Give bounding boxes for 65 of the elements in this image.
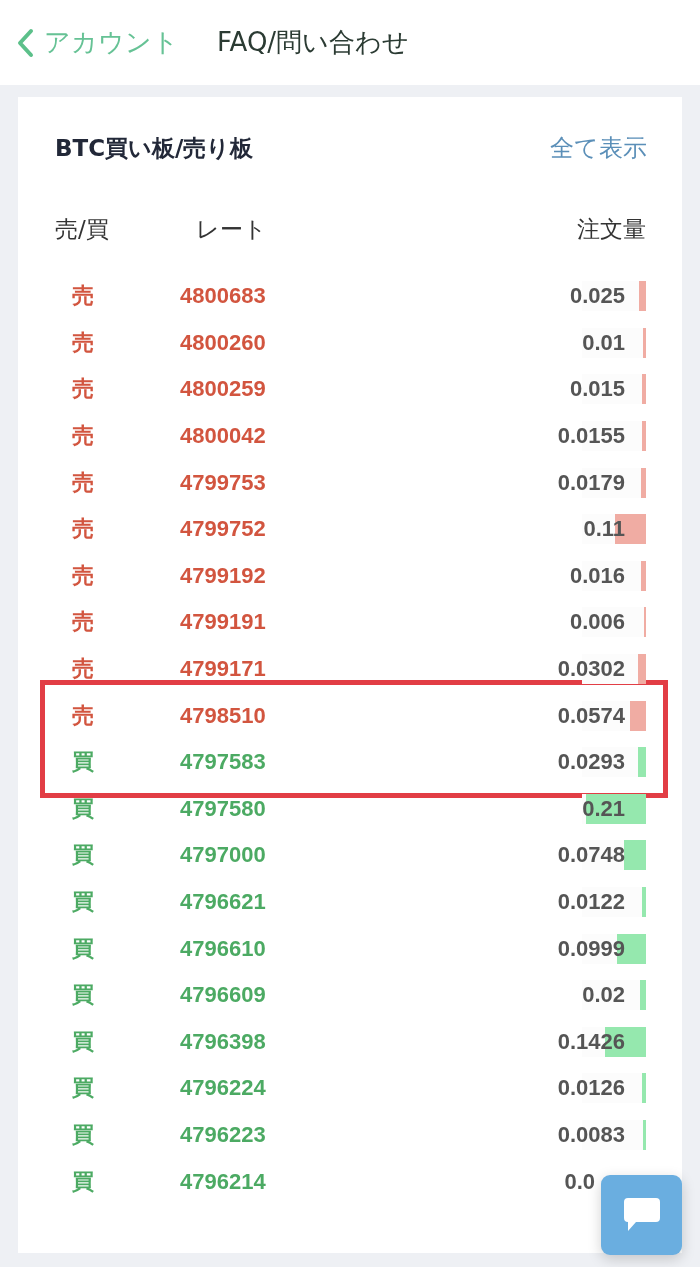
side-label: 売 — [71, 561, 95, 590]
rate-value: 4800042 — [180, 423, 267, 450]
side-label: 買 — [71, 888, 95, 916]
side-label: 買 — [71, 1167, 95, 1196]
amount-value: 0.0302 — [557, 656, 625, 683]
amount-value: 0.0122 — [557, 889, 625, 915]
rate-value: 4796398 — [180, 1028, 267, 1055]
side-label: 売 — [71, 701, 95, 730]
column-header: 売/買 — [55, 214, 110, 244]
rate-value: 4799171 — [180, 656, 267, 683]
rate-value: 4796223 — [180, 1122, 267, 1148]
amount-value: 0.0574 — [557, 702, 625, 729]
show-all-link[interactable]: 全て表示 — [550, 132, 647, 164]
amount-value: 0.0155 — [557, 423, 625, 450]
side-label: 売 — [71, 468, 95, 497]
amount-value: 0.0126 — [557, 1075, 625, 1102]
chat-button[interactable] — [601, 1175, 682, 1255]
amount-value: 0.006 — [569, 609, 625, 636]
side-label: 売 — [71, 375, 95, 404]
side-label: 買 — [71, 1121, 95, 1149]
side-label: 売 — [71, 422, 95, 451]
amount-value: 0.01 — [582, 329, 625, 356]
column-header: レート — [195, 214, 268, 244]
amount-value: 0.025 — [569, 283, 625, 310]
side-label: 買 — [71, 841, 95, 870]
back-button[interactable]: アカウント — [16, 25, 179, 60]
amount-value: 0.11 — [583, 516, 625, 543]
rate-value: 4800259 — [180, 376, 267, 403]
amount-value: 0.016 — [569, 562, 625, 589]
chevron-left-icon — [16, 27, 34, 58]
rate-value: 4798510 — [180, 702, 267, 729]
rate-value: 4797580 — [180, 795, 267, 822]
side-label: 買 — [71, 1027, 95, 1056]
amount-value: 0.0083 — [557, 1122, 625, 1148]
rate-value: 4797000 — [180, 842, 267, 869]
rate-value: 4799752 — [180, 516, 267, 543]
rate-value: 4796214 — [180, 1168, 267, 1195]
rate-value: 4800260 — [180, 329, 267, 356]
amount-value: 0.0 — [564, 1168, 595, 1195]
amount-value: 0.0179 — [557, 469, 625, 496]
rate-value: 4799192 — [180, 562, 267, 589]
page-title: FAQ/問い合わせ — [217, 26, 410, 59]
card-title: BTC買い板/売り板 — [55, 133, 254, 163]
rate-value: 4796610 — [180, 935, 267, 962]
rate-value: 4797583 — [180, 749, 267, 776]
side-label: 買 — [71, 1074, 95, 1103]
rate-value: 4796609 — [180, 982, 267, 1009]
column-header: 注文量 — [577, 214, 646, 244]
side-label: 売 — [71, 608, 95, 637]
amount-value: 0.015 — [569, 376, 625, 403]
side-label: 買 — [71, 981, 95, 1010]
side-label: 買 — [71, 748, 95, 777]
side-label: 買 — [71, 794, 95, 823]
rate-value: 4799753 — [180, 469, 267, 496]
amount-value: 0.0293 — [557, 749, 625, 776]
rate-value: 4800683 — [180, 283, 267, 310]
side-label: 売 — [71, 515, 95, 544]
side-label: 買 — [71, 934, 95, 963]
side-label: 売 — [71, 282, 95, 311]
side-label: 売 — [71, 328, 95, 357]
rate-value: 4796621 — [180, 889, 267, 915]
amount-value: 0.02 — [582, 982, 625, 1009]
rate-value: 4799191 — [180, 609, 267, 636]
rate-value: 4796224 — [180, 1075, 267, 1102]
side-label: 売 — [71, 655, 95, 684]
